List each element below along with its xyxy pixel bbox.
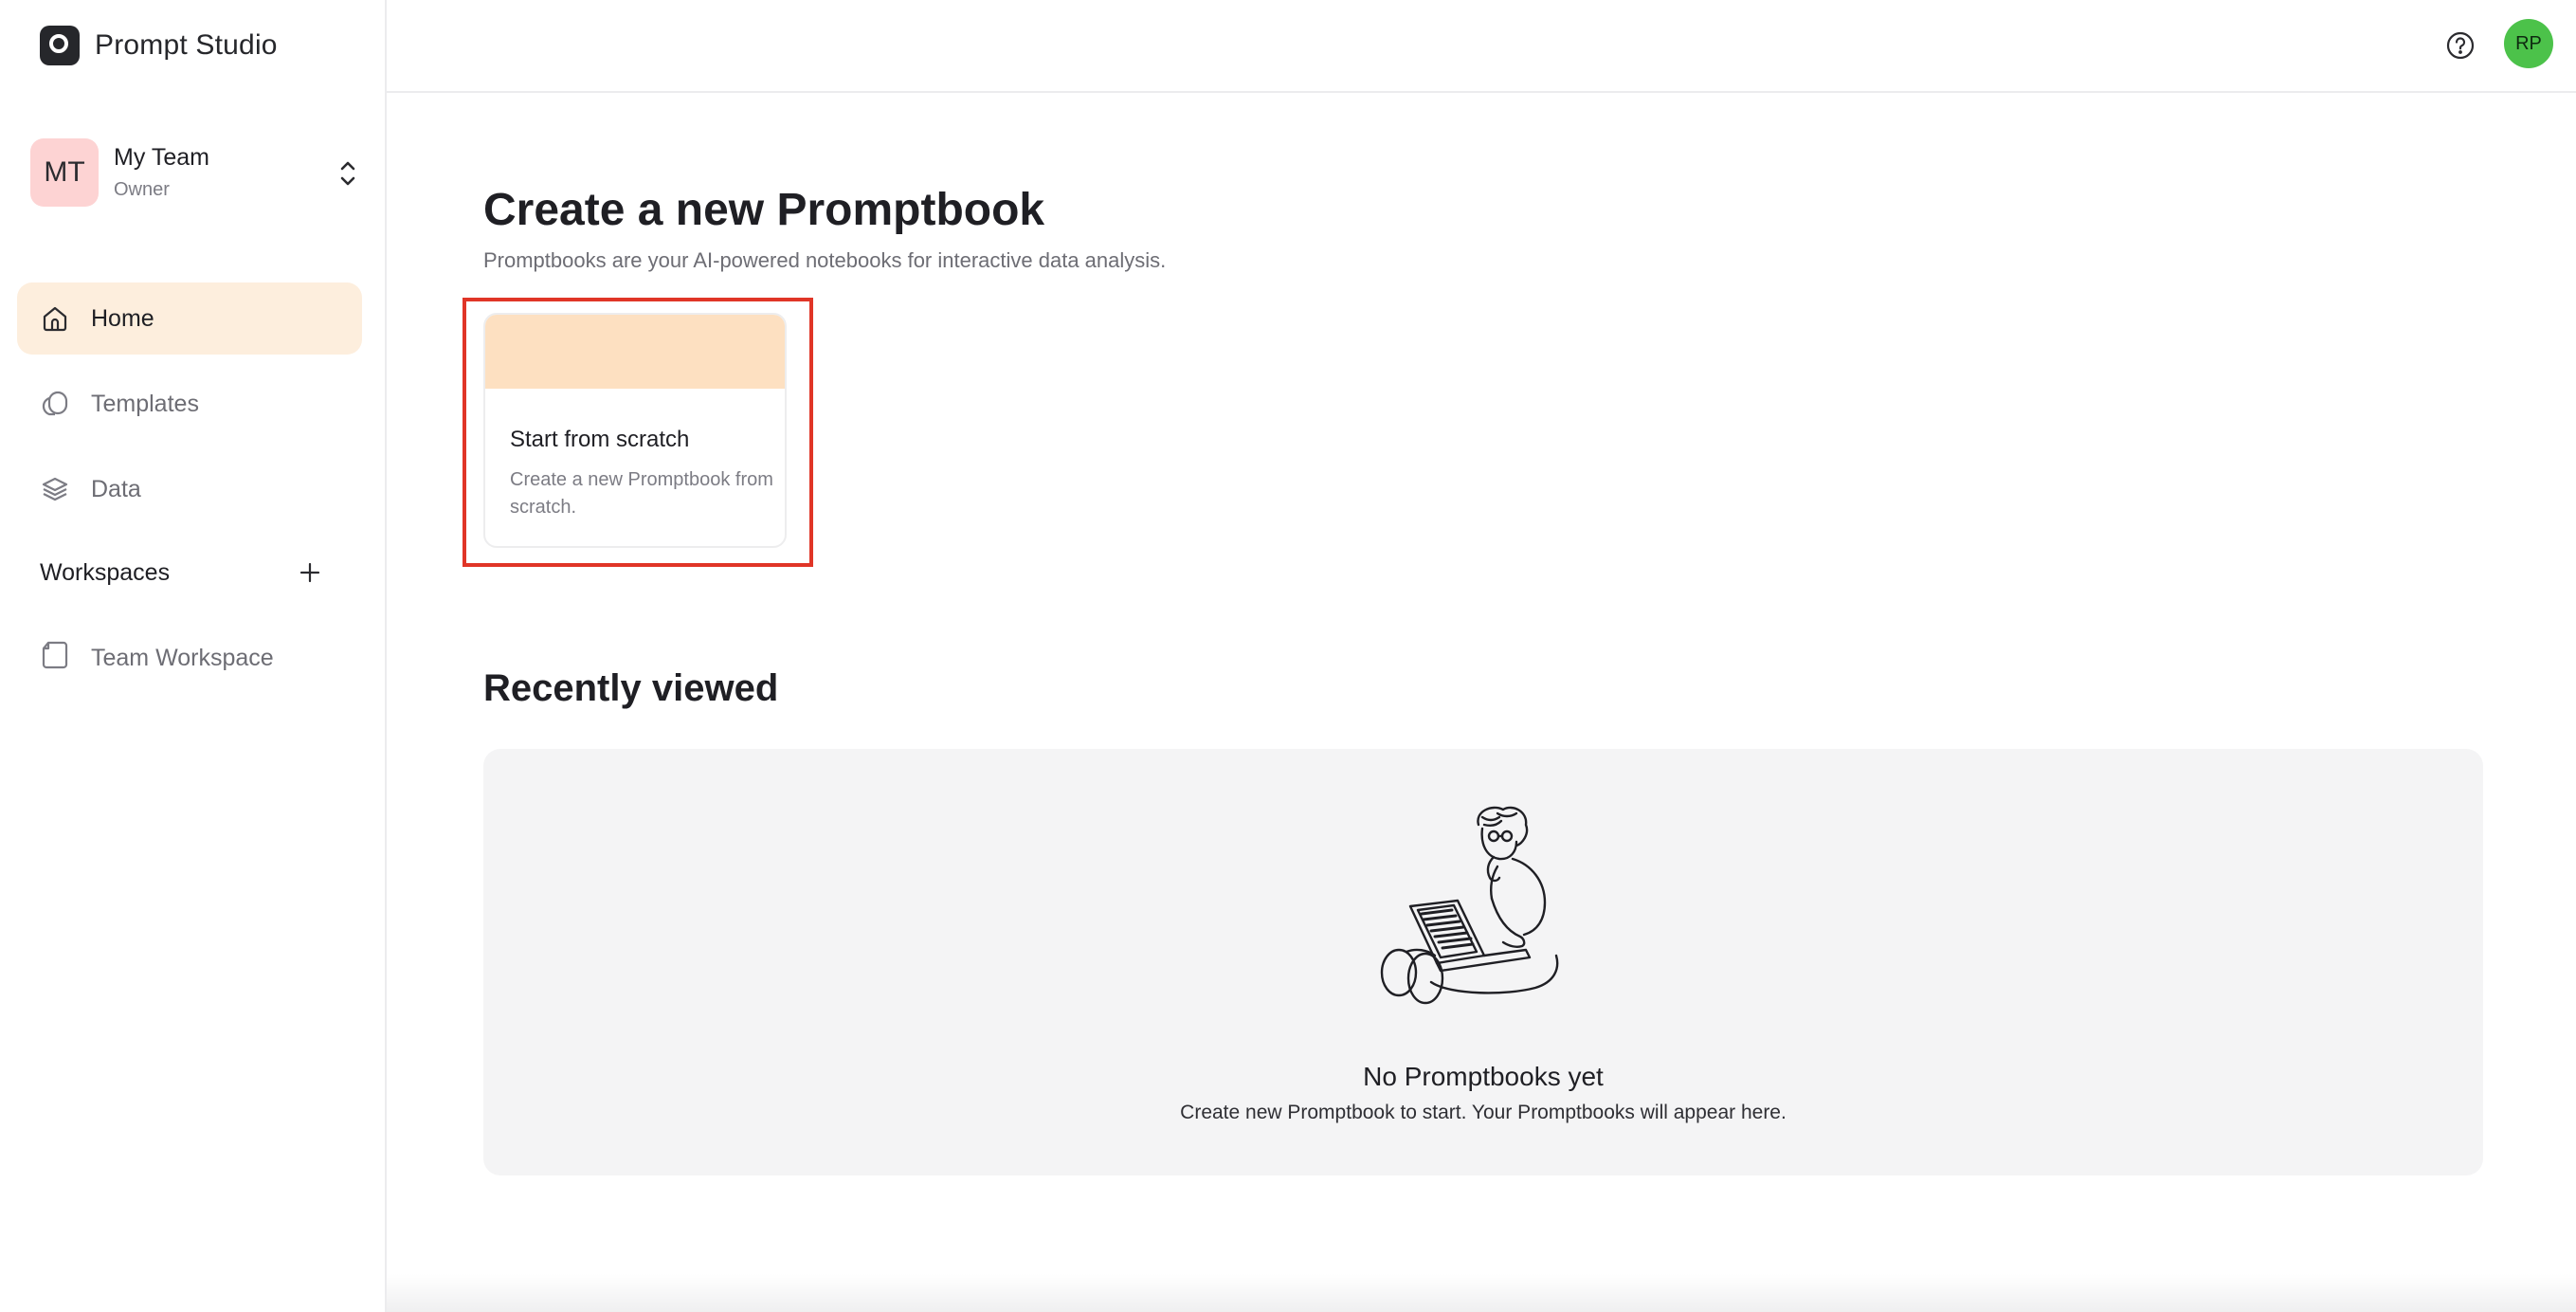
user-avatar[interactable]: RP bbox=[2504, 19, 2553, 68]
workspaces-title: Workspaces bbox=[40, 558, 171, 586]
workspace-label: Team Workspace bbox=[91, 644, 274, 671]
sidebar-item-label: Data bbox=[91, 475, 141, 502]
workspace-icon bbox=[40, 640, 70, 677]
empty-state-subtitle: Create new Promptbook to start. Your Pro… bbox=[1180, 1102, 1787, 1123]
empty-state-illustration bbox=[1365, 796, 1602, 1014]
team-role: Owner bbox=[114, 179, 170, 200]
add-workspace-button[interactable] bbox=[296, 558, 324, 587]
sidebar-item-data[interactable]: Data bbox=[17, 453, 362, 525]
page-title: Create a new Promptbook bbox=[483, 185, 1045, 235]
brand[interactable]: Prompt Studio bbox=[40, 25, 278, 66]
templates-icon bbox=[40, 389, 70, 419]
home-icon bbox=[40, 303, 70, 334]
sidebar-item-home[interactable]: Home bbox=[17, 282, 362, 355]
app-root: Prompt Studio MT My Team Owner Home Temp… bbox=[0, 0, 2576, 1312]
chevron-up-down-icon[interactable] bbox=[334, 157, 362, 190]
layers-icon bbox=[40, 474, 70, 504]
workspaces-header: Workspaces bbox=[40, 554, 324, 592]
sidebar-item-templates[interactable]: Templates bbox=[17, 368, 362, 440]
team-meta: My Team Owner bbox=[114, 144, 209, 201]
empty-state-title: No Promptbooks yet bbox=[1363, 1062, 1604, 1091]
bottom-shadow bbox=[387, 1274, 2576, 1312]
sidebar-nav: Home Templates Data bbox=[17, 282, 362, 538]
card-title: Start from scratch bbox=[510, 427, 690, 452]
start-from-scratch-card[interactable]: Start from scratch Create a new Promptbo… bbox=[483, 313, 787, 548]
sidebar-item-team-workspace[interactable]: Team Workspace bbox=[40, 637, 274, 679]
main-content: Create a new Promptbook Promptbooks are … bbox=[463, 0, 2483, 1312]
card-description: Create a new Promptbook from scratch. bbox=[510, 469, 773, 518]
page-subtitle: Promptbooks are your AI-powered notebook… bbox=[483, 248, 1167, 272]
recently-viewed-panel: No Promptbooks yet Create new Promptbook… bbox=[483, 749, 2483, 1175]
recently-viewed-title: Recently viewed bbox=[483, 667, 779, 709]
app-name: Prompt Studio bbox=[95, 29, 278, 61]
app-logo-icon bbox=[40, 26, 80, 65]
team-name: My Team bbox=[114, 144, 209, 171]
card-banner bbox=[485, 315, 785, 389]
team-switcher[interactable]: MT My Team Owner bbox=[30, 138, 362, 207]
sidebar-item-label: Templates bbox=[91, 390, 199, 417]
sidebar-item-label: Home bbox=[91, 304, 154, 332]
sidebar: Prompt Studio MT My Team Owner Home Temp… bbox=[0, 0, 387, 1312]
team-avatar: MT bbox=[30, 138, 99, 207]
